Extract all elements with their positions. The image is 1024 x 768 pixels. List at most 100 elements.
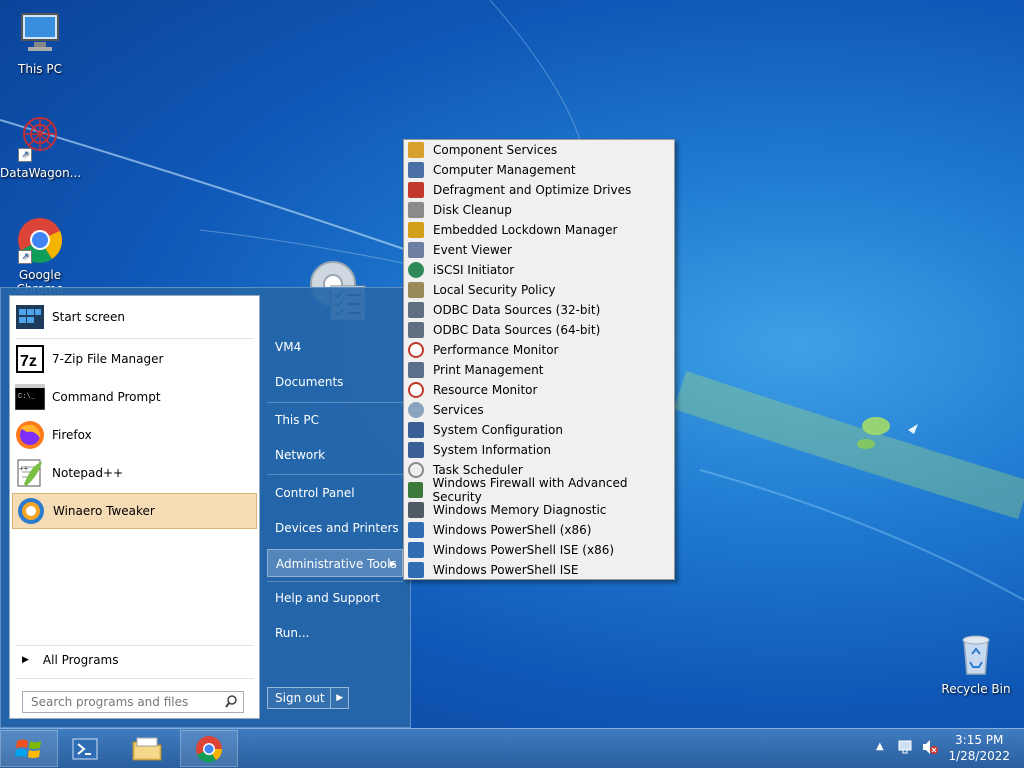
resource-monitor-icon — [408, 382, 424, 398]
desktop-icon-this-pc[interactable]: This PC — [0, 10, 80, 76]
volume-muted-icon[interactable] — [922, 739, 938, 758]
shortcut-arrow-icon: ↗ — [18, 148, 32, 162]
program-7zip-file-manager[interactable]: 7z 7-Zip File Manager — [12, 341, 257, 377]
sign-out-label: Sign out — [275, 691, 325, 705]
admin-tool-computer-management[interactable]: Computer Management — [406, 160, 672, 180]
security-policy-icon — [408, 282, 424, 298]
admin-tool-iscsi-initiator[interactable]: iSCSI Initiator — [406, 260, 672, 280]
program-notepad-plus-plus[interactable]: ++ Notepad++ — [12, 455, 257, 491]
program-start-screen[interactable]: Start screen — [12, 299, 257, 335]
separator — [267, 474, 403, 475]
sign-out-button[interactable]: Sign out ▶ — [267, 687, 349, 709]
system-information-icon — [408, 442, 424, 458]
admin-tool-powershell-x86[interactable]: Windows PowerShell (x86) — [406, 520, 672, 540]
chrome-icon: ↗ — [16, 216, 64, 264]
datawagon-icon: ↗ — [16, 114, 64, 162]
admin-tool-label: Event Viewer — [433, 243, 512, 257]
gear-icon — [408, 402, 424, 418]
separator — [16, 338, 254, 339]
odbc-icon — [408, 302, 424, 318]
firewall-icon — [408, 482, 424, 498]
start-screen-icon — [14, 301, 46, 333]
admin-tool-label: Windows PowerShell (x86) — [433, 523, 592, 537]
sign-out-options-arrow-icon[interactable]: ▶ — [330, 688, 348, 708]
admin-tool-resource-monitor[interactable]: Resource Monitor — [406, 380, 672, 400]
admin-tool-print-management[interactable]: Print Management — [406, 360, 672, 380]
admin-tool-label: ODBC Data Sources (64-bit) — [433, 323, 601, 337]
administrative-tools-submenu: Component Services Computer Management D… — [403, 139, 675, 580]
recycle-bin-icon — [952, 630, 1000, 678]
all-programs-button[interactable]: ▶ All Programs — [16, 648, 254, 672]
admin-tool-defragment[interactable]: Defragment and Optimize Drives — [406, 180, 672, 200]
system-configuration-icon — [408, 422, 424, 438]
7zip-icon: 7z — [14, 343, 46, 375]
start-item-devices-and-printers[interactable]: Devices and Printers — [267, 514, 403, 542]
admin-tool-event-viewer[interactable]: Event Viewer — [406, 240, 672, 260]
admin-tool-label: Component Services — [433, 143, 558, 157]
event-viewer-icon — [408, 242, 424, 258]
svg-text:C:\_: C:\_ — [18, 393, 36, 401]
admin-tool-local-security-policy[interactable]: Local Security Policy — [406, 280, 672, 300]
search-icon[interactable] — [225, 695, 237, 711]
start-button[interactable] — [0, 730, 58, 767]
admin-tool-label: Disk Cleanup — [433, 203, 512, 217]
admin-tool-windows-firewall[interactable]: Windows Firewall with Advanced Security — [406, 476, 672, 504]
show-hidden-icons-chevron-icon[interactable]: ▲ — [876, 741, 884, 752]
svg-text:7z: 7z — [20, 353, 37, 370]
search-input[interactable]: Search programs and files — [22, 691, 244, 713]
disk-cleanup-icon — [408, 202, 424, 218]
admin-tool-embedded-lockdown-manager[interactable]: Embedded Lockdown Manager — [406, 220, 672, 240]
start-item-documents[interactable]: Documents — [267, 368, 403, 396]
program-command-prompt[interactable]: C:\_ Command Prompt — [12, 379, 257, 415]
program-label: Firefox — [52, 428, 92, 442]
desktop-icon-label: Recycle Bin — [941, 682, 1011, 696]
admin-tool-performance-monitor[interactable]: Performance Monitor — [406, 340, 672, 360]
desktop-icon-label: DataWagon... — [0, 166, 82, 180]
component-services-icon — [408, 142, 424, 158]
admin-tool-label: Resource Monitor — [433, 383, 538, 397]
admin-tool-system-information[interactable]: System Information — [406, 440, 672, 460]
desktop-icon-chrome[interactable]: ↗ Google Chrome — [0, 216, 80, 296]
defragment-icon — [408, 182, 424, 198]
admin-tool-component-services[interactable]: Component Services — [406, 140, 672, 160]
clock-icon — [408, 462, 424, 478]
admin-tool-label: Windows PowerShell ISE (x86) — [433, 543, 615, 557]
memory-diagnostic-icon — [408, 502, 424, 518]
separator — [267, 402, 403, 403]
admin-tool-disk-cleanup[interactable]: Disk Cleanup — [406, 200, 672, 220]
program-firefox[interactable]: Firefox — [12, 417, 257, 453]
admin-tool-odbc-32[interactable]: ODBC Data Sources (32-bit) — [406, 300, 672, 320]
chevron-right-icon: ▶ — [389, 559, 396, 568]
globe-icon — [408, 262, 424, 278]
admin-tool-label: Windows PowerShell ISE — [433, 563, 579, 577]
start-item-network[interactable]: Network — [267, 441, 403, 469]
program-label: 7-Zip File Manager — [52, 352, 164, 366]
admin-tool-label: Computer Management — [433, 163, 576, 177]
admin-tool-system-configuration[interactable]: System Configuration — [406, 420, 672, 440]
desktop-icon-recycle-bin[interactable]: Recycle Bin — [936, 630, 1016, 696]
desktop-icon-label: This PC — [18, 62, 62, 76]
taskbar-chrome-button[interactable] — [180, 730, 238, 767]
admin-tool-powershell-ise[interactable]: Windows PowerShell ISE — [406, 560, 672, 580]
system-clock[interactable]: 3:15 PM 1/28/2022 — [948, 732, 1010, 764]
admin-tool-services[interactable]: Services — [406, 400, 672, 420]
start-item-control-panel[interactable]: Control Panel — [267, 479, 403, 507]
start-item-vm4[interactable]: VM4 — [267, 333, 403, 361]
admin-tool-label: Services — [433, 403, 484, 417]
start-item-run[interactable]: Run... — [267, 619, 403, 647]
taskbar-powershell-button[interactable] — [56, 730, 114, 767]
all-programs-label: All Programs — [42, 653, 119, 667]
network-icon[interactable] — [898, 739, 914, 758]
admin-tool-memory-diagnostic[interactable]: Windows Memory Diagnostic — [406, 500, 672, 520]
admin-tool-label: System Configuration — [433, 423, 563, 437]
desktop-icon-datawagon[interactable]: ↗ DataWagon... — [0, 114, 82, 180]
program-winaero-tweaker[interactable]: Winaero Tweaker — [12, 493, 257, 529]
start-item-this-pc[interactable]: This PC — [267, 406, 403, 434]
start-item-help-and-support[interactable]: Help and Support — [267, 584, 403, 612]
admin-tool-powershell-ise-x86[interactable]: Windows PowerShell ISE (x86) — [406, 540, 672, 560]
search-placeholder: Search programs and files — [31, 695, 189, 709]
computer-management-icon — [408, 162, 424, 178]
taskbar-file-explorer-button[interactable] — [118, 730, 176, 767]
start-item-administrative-tools[interactable]: Administrative Tools ▶ — [267, 549, 403, 577]
admin-tool-odbc-64[interactable]: ODBC Data Sources (64-bit) — [406, 320, 672, 340]
